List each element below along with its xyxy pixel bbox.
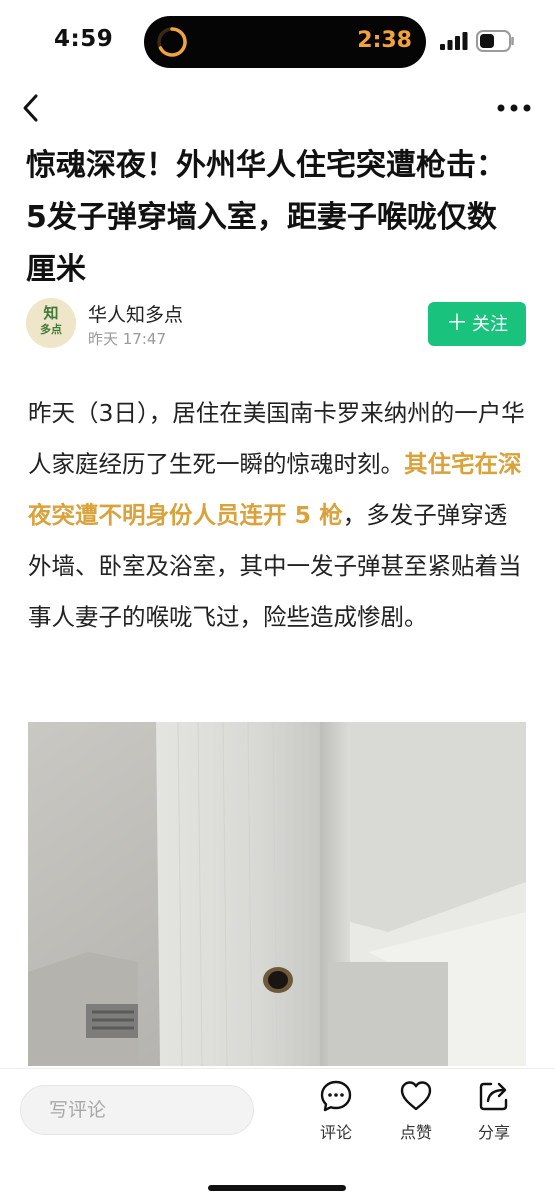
article-title: 惊魂深夜！外州华人住宅突遭枪击：5发子弹穿墙入室，距妻子喉咙仅数厘米: [26, 148, 506, 287]
timer-icon: [157, 27, 187, 57]
battery-icon: [476, 30, 514, 52]
timer-text: 2:38: [357, 28, 412, 53]
signal-icon: [440, 32, 468, 50]
status-time: 4:59: [54, 26, 114, 52]
like-label: 点赞: [399, 1123, 432, 1142]
nav-bar: [0, 80, 554, 136]
comment-input[interactable]: 写评论: [20, 1085, 254, 1135]
comment-button[interactable]: 评论: [306, 1079, 366, 1143]
avatar-text-bottom: 多点: [40, 323, 62, 336]
comment-icon: [320, 1080, 352, 1112]
heart-icon: [400, 1081, 432, 1111]
share-button[interactable]: 分享: [464, 1079, 524, 1143]
like-button[interactable]: 点赞: [386, 1079, 446, 1143]
article-page: 4:59 2:38 惊魂深夜！外州华人住宅突遭枪击：5发子弹穿墙入室，距妻子喉咙…: [0, 0, 554, 1200]
share-icon: [479, 1082, 508, 1111]
more-horizontal-icon[interactable]: [494, 96, 534, 120]
author-avatar[interactable]: 知 多点: [26, 298, 76, 348]
bottom-action-bar: 写评论 评论 点赞 分享: [0, 1068, 554, 1200]
dynamic-island[interactable]: 2:38: [144, 16, 426, 68]
status-bar: 4:59 2:38: [0, 0, 554, 80]
share-label: 分享: [477, 1123, 510, 1142]
avatar-text-top: 知: [43, 304, 59, 322]
author-row: 知 多点 华人知多点 昨天 17:47 ＋关注: [26, 296, 528, 352]
home-indicator[interactable]: [208, 1185, 346, 1191]
post-time: 昨天 17:47: [88, 330, 166, 348]
follow-label: 关注: [472, 314, 508, 335]
article-paragraph: 昨天（3日），居住在美国南卡罗来纳州的一户华人家庭经历了生死一瞬的惊魂时刻。其住…: [28, 388, 528, 643]
follow-button[interactable]: ＋关注: [428, 302, 526, 346]
plus-icon: ＋: [445, 311, 468, 336]
article-image[interactable]: [28, 722, 526, 1066]
bullet-hole-door-photo: [28, 722, 526, 1066]
author-name[interactable]: 华人知多点: [88, 300, 183, 327]
chevron-left-icon[interactable]: [16, 92, 48, 124]
comment-label: 评论: [319, 1123, 352, 1142]
